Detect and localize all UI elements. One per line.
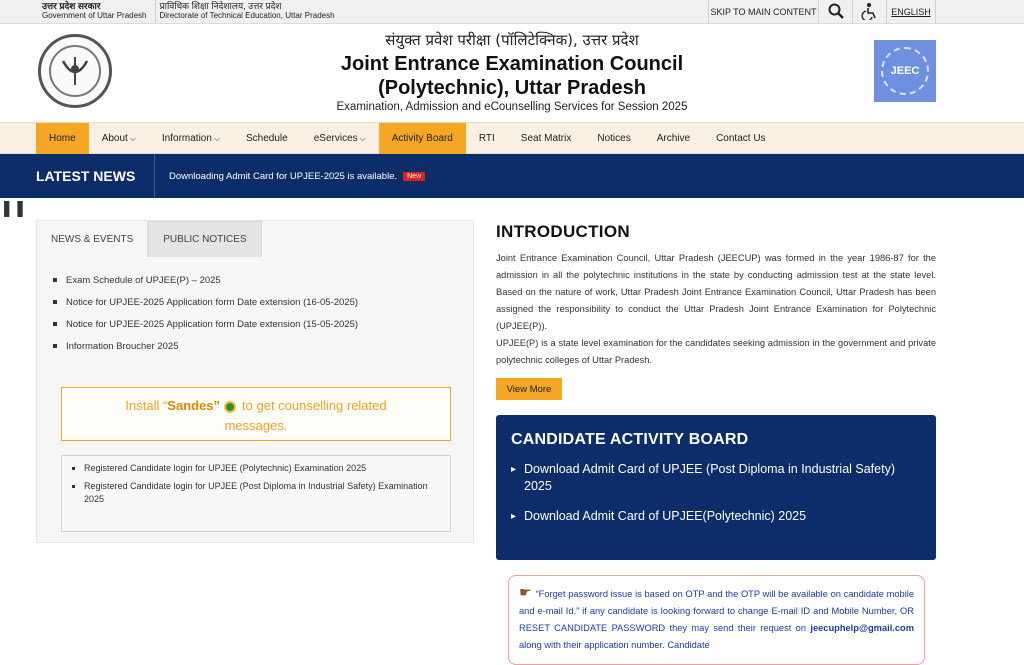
nav-contact-us[interactable]: Contact Us [703, 123, 778, 154]
news-list-item[interactable]: Exam Schedule of UPJEE(P) – 2025 [53, 269, 473, 291]
nav-rti[interactable]: RTI [466, 123, 508, 154]
introduction-paragraph-2: UPJEE(P) is a state level examination fo… [496, 338, 936, 365]
view-more-button[interactable]: View More [496, 378, 562, 400]
candidate-activity-board: CANDIDATE ACTIVITY BOARD Download Admit … [496, 415, 936, 560]
nav-archive-label: Archive [656, 133, 691, 144]
nav-notices-label: Notices [597, 133, 631, 144]
header-title-block: संयुक्त प्रवेश परीक्षा (पॉलिटेक्निक), उत… [0, 30, 1024, 113]
news-list: Exam Schedule of UPJEE(P) – 2025 Notice … [37, 257, 473, 357]
admit-card-link-polytechnic[interactable]: Download Admit Card of UPJEE(Polytechnic… [511, 508, 920, 525]
candidate-login-link-polytechnic[interactable]: Registered Candidate login for UPJEE (Po… [72, 462, 440, 475]
nav-notices[interactable]: Notices [584, 123, 643, 154]
nav-seat-matrix-label: Seat Matrix [520, 133, 572, 144]
help-email-link[interactable]: jeecuphelp@gmail.com [810, 623, 914, 633]
dir-english: Directorate of Technical Education, Utta… [159, 11, 335, 20]
news-list-item[interactable]: Notice for UPJEE-2025 Application form D… [53, 313, 473, 335]
chevron-down-icon: ⌵ [129, 133, 136, 143]
pause-ticker-button[interactable]: ❚❚ [0, 198, 1024, 218]
accessibility-tools: SKIP TO MAIN CONTENT ENGLISH [708, 0, 936, 24]
nav-activity-board-label: Activity Board [391, 133, 453, 144]
candidate-login-link-safety[interactable]: Registered Candidate login for UPJEE (Po… [72, 480, 440, 506]
site-title-line-2: (Polytechnic), Uttar Pradesh [378, 77, 646, 99]
search-icon [828, 3, 844, 21]
news-item[interactable]: Downloading Admit Card for UPJEE-2025 is… [155, 170, 426, 182]
nav-archive[interactable]: Archive [644, 123, 703, 154]
gov-up-link[interactable]: उत्तर प्रदेश सरकार Government of Uttar P… [38, 0, 155, 23]
top-bar: उत्तर प्रदेश सरकार Government of Uttar P… [0, 0, 1024, 24]
gov-hindi: उत्तर प्रदेश सरकार [42, 1, 101, 11]
language-toggle-english[interactable]: ENGLISH [886, 0, 936, 24]
nav-information-label: Information [161, 133, 212, 144]
search-button[interactable] [818, 0, 852, 24]
nav-home-label: Home [49, 133, 76, 144]
latest-news-label: LATEST NEWS [0, 154, 155, 198]
sandes-install-banner[interactable]: Install “Sandes” to get counselling relat… [61, 387, 451, 441]
accessibility-button[interactable] [852, 0, 886, 24]
nav-schedule[interactable]: Schedule [233, 123, 301, 154]
notice-text-2: along with their application number. Can… [519, 640, 710, 650]
nav-contact-us-label: Contact Us [716, 133, 766, 144]
nav-activity-board[interactable]: Activity Board [378, 123, 466, 154]
tab-public-notices[interactable]: PUBLIC NOTICES [148, 221, 262, 257]
chevron-down-icon: ⌵ [359, 133, 366, 143]
panel-tabs: NEWS & EVENTS PUBLIC NOTICES [37, 221, 473, 257]
nav-eservices-label: eServices [313, 133, 358, 144]
sandes-app-name: Sandes” [167, 398, 221, 413]
admit-card-link-safety[interactable]: Download Admit Card of UPJEE (Post Diplo… [511, 461, 920, 495]
sandes-text: to get counselling related [242, 398, 387, 413]
nav-schedule-label: Schedule [246, 133, 288, 144]
nav-home[interactable]: Home [36, 123, 89, 154]
nav-rti-label: RTI [478, 133, 495, 144]
sandes-text-2: messages. [224, 418, 288, 433]
introduction-section: INTRODUCTION Joint Entrance Examination … [496, 222, 936, 369]
skip-to-main-content-link[interactable]: SKIP TO MAIN CONTENT [708, 0, 818, 24]
sandes-logo-icon [224, 400, 237, 413]
directorate-link[interactable]: प्राविधिक शिक्षा निदेशालय, उत्तर प्रदेश … [154, 0, 343, 23]
password-notice: ☛ “Forget password issue is based on OTP … [508, 575, 925, 665]
new-badge: New [403, 171, 426, 181]
tab-news-events[interactable]: NEWS & EVENTS [37, 221, 149, 257]
jeec-logo-text: JEEC [881, 47, 929, 95]
government-links: उत्तर प्रदेश सरकार Government of Uttar P… [0, 0, 343, 23]
news-list-item[interactable]: Notice for UPJEE-2025 Application form D… [53, 291, 473, 313]
nav-eservices[interactable]: eServices ⌵ [301, 123, 379, 154]
news-notices-panel: NEWS & EVENTS PUBLIC NOTICES Exam Schedu… [36, 220, 474, 543]
nav-about[interactable]: About ⌵ [89, 123, 149, 154]
introduction-paragraph-1: Joint Entrance Examination Council, Utta… [496, 253, 936, 331]
nav-seat-matrix[interactable]: Seat Matrix [508, 123, 585, 154]
gov-english: Government of Uttar Pradesh [42, 11, 147, 20]
introduction-heading: INTRODUCTION [496, 222, 630, 241]
candidate-login-box: Registered Candidate login for UPJEE (Po… [61, 455, 451, 532]
accessibility-icon [860, 2, 879, 22]
site-title-line-1: Joint Entrance Examination Council [340, 53, 684, 75]
site-header: संयुक्त प्रवेश परीक्षा (पॉलिटेक्निक), उत… [0, 24, 1024, 122]
dir-hindi: प्राविधिक शिक्षा निदेशालय, उत्तर प्रदेश [159, 1, 282, 11]
activity-board-heading: CANDIDATE ACTIVITY BOARD [511, 431, 749, 448]
chevron-down-icon: ⌵ [213, 133, 221, 143]
pointing-hand-icon: ☛ [519, 584, 532, 600]
pause-icon: ❚❚ [0, 200, 27, 217]
hindi-title: संयुक्त प्रवेश परीक्षा (पॉलिटेक्निक), उत… [385, 31, 639, 49]
nav-about-label: About [101, 133, 128, 144]
news-message: Downloading Admit Card for UPJEE-2025 is… [169, 170, 398, 182]
sandes-prefix: Install “ [125, 398, 168, 413]
nav-information[interactable]: Information ⌵ [149, 123, 233, 154]
news-list-item[interactable]: Information Broucher 2025 [53, 335, 473, 357]
jeec-logo: JEEC [874, 40, 936, 102]
latest-news-ticker: LATEST NEWS Downloading Admit Card for U… [0, 154, 1024, 198]
site-subtitle: Examination, Admission and eCounselling … [336, 101, 688, 113]
main-navigation: Home About ⌵ Information ⌵ Schedule eServi… [0, 122, 1024, 154]
